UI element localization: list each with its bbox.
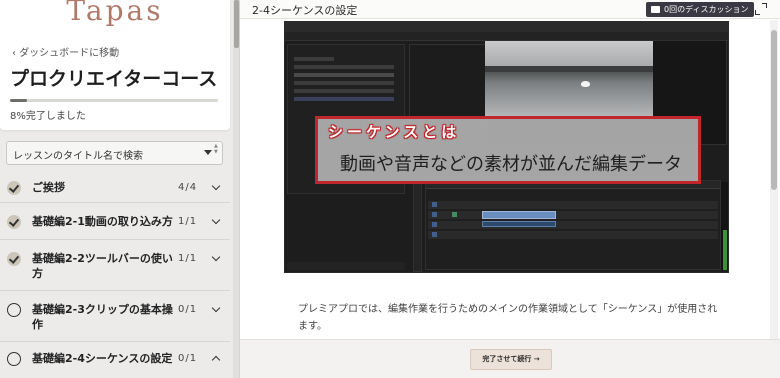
premiere-timeline xyxy=(425,180,721,270)
lesson-item[interactable]: 基礎編2-2ツールバーの使い方 1/1 xyxy=(0,240,230,291)
premiere-tools-panel xyxy=(413,182,422,272)
sidebar-scrollbar-thumb[interactable] xyxy=(234,0,239,48)
lesson-title: 基礎編2-3クリップの基本操作 xyxy=(32,303,173,331)
back-to-dashboard-link[interactable]: ‹ ダッシュボードに移動 xyxy=(12,44,119,59)
preview-shoreline xyxy=(485,66,653,72)
fullscreen-icon[interactable] xyxy=(755,3,767,15)
track-toggle xyxy=(432,202,437,207)
sidebar-scrollbar[interactable] xyxy=(233,0,239,378)
lesson-search-placeholder: レッスンのタイトル名で検索 xyxy=(13,151,143,162)
lesson-title: 基礎編2-2ツールバーの使い方 xyxy=(32,252,173,280)
lesson-item-current[interactable]: 基礎編2-4シーケンスの設定 0/1 xyxy=(0,342,230,378)
lesson-heading: 2-4シーケンスの設定 xyxy=(252,4,358,17)
timeline-track xyxy=(428,231,718,239)
content-scrollbar[interactable] xyxy=(770,20,778,350)
project-row xyxy=(294,89,394,93)
content-scrollbar-thumb[interactable] xyxy=(771,30,777,190)
tapas-logo[interactable]: Tapas xyxy=(0,0,230,27)
complete-and-continue-button[interactable]: 完了させて続行 → xyxy=(470,349,552,370)
discussion-button[interactable]: 0回のディスカッション xyxy=(646,2,754,17)
premiere-menubar xyxy=(285,22,728,32)
course-card: Tapas ‹ ダッシュボードに移動 プロクリエイターコース 8%完了しました xyxy=(0,0,230,130)
premiere-audio-meter xyxy=(721,182,728,270)
timeline-audio-clip xyxy=(482,221,556,227)
lesson-content: 2-4シーケンスの設定 0回のディスカッション シーケンスとは 動画や音声などの… xyxy=(240,0,780,378)
lesson-count: 0/1 xyxy=(178,304,198,315)
app-root: Tapas ‹ ダッシュボードに移動 プロクリエイターコース 8%完了しました … xyxy=(0,0,780,378)
lesson-item[interactable]: 基礎編2-1動画の取り込み方 1/1 xyxy=(0,203,230,240)
premiere-source-panel xyxy=(409,44,487,124)
lesson-title: 基礎編2-1動画の取り込み方 xyxy=(32,215,173,228)
lesson-count: 1/1 xyxy=(178,216,198,227)
project-row xyxy=(294,81,394,85)
track-toggle xyxy=(432,232,437,237)
track-toggle xyxy=(432,222,437,227)
caret-down-icon xyxy=(204,150,212,155)
lesson-count: 4/4 xyxy=(178,182,198,193)
lesson-count: 0/1 xyxy=(178,353,198,364)
caption-text: 動画や音声などの素材が並んだ編集データ xyxy=(340,154,682,175)
course-progress-bar xyxy=(10,99,218,102)
timeline-track xyxy=(428,211,718,219)
check-circle-icon xyxy=(7,252,21,266)
track-toggle xyxy=(432,212,437,217)
discussion-button-label: 0回のディスカッション xyxy=(664,5,749,14)
project-row xyxy=(294,73,394,77)
video-caption-overlay: シーケンスとは 動画や音声などの素材が並んだ編集データ xyxy=(315,116,701,184)
course-progress-text: 8%完了しました xyxy=(10,111,86,122)
lesson-body-text: プレミアプロでは、編集作業を行うためのメインの作業領域として「シーケンス」が使用… xyxy=(298,304,718,332)
course-title: プロクリエイターコース xyxy=(10,68,218,90)
project-row xyxy=(294,57,334,61)
track-toggle xyxy=(452,212,457,217)
chevron-down-icon[interactable] xyxy=(211,303,221,313)
scroll-arrows-icon[interactable]: ▲ ▼ xyxy=(214,143,218,155)
chat-bubble-icon xyxy=(651,6,660,13)
project-row xyxy=(294,97,394,101)
premiere-panel-controls xyxy=(287,262,405,270)
chevron-down-icon[interactable] xyxy=(211,181,221,191)
lesson-video-screenshot[interactable]: シーケンスとは 動画や音声などの素材が並んだ編集データ xyxy=(284,21,729,273)
chevron-up-icon[interactable] xyxy=(211,355,221,365)
lesson-search-select[interactable]: レッスンのタイトル名で検索 xyxy=(6,141,223,165)
timeline-track xyxy=(428,221,718,229)
timeline-track xyxy=(428,201,718,209)
chevron-down-icon[interactable] xyxy=(211,215,221,225)
lesson-count: 1/1 xyxy=(178,253,198,264)
course-progress-fill xyxy=(10,99,27,102)
lesson-footer: 完了させて続行 → xyxy=(240,339,780,378)
empty-circle-icon xyxy=(7,352,21,366)
preview-swan xyxy=(581,81,590,87)
lesson-item[interactable]: 基礎編2-3クリップの基本操作 0/1 xyxy=(0,291,230,342)
check-circle-icon xyxy=(7,181,21,195)
chevron-down-icon[interactable] xyxy=(211,252,221,262)
lesson-title: 基礎編2-4シーケンスの設定 xyxy=(32,352,173,365)
lesson-title: ご挨拶 xyxy=(32,181,65,194)
program-preview-image xyxy=(485,41,653,116)
check-circle-icon xyxy=(7,215,21,229)
lesson-item[interactable]: ご挨拶 4/4 xyxy=(0,172,230,203)
course-sidebar: Tapas ‹ ダッシュボードに移動 プロクリエイターコース 8%完了しました … xyxy=(0,0,240,378)
project-row xyxy=(294,65,394,69)
timeline-video-clip xyxy=(482,211,556,219)
empty-circle-icon xyxy=(7,303,21,317)
caption-title: シーケンスとは xyxy=(328,123,461,141)
lesson-topbar: 2-4シーケンスの設定 0回のディスカッション xyxy=(240,0,780,19)
